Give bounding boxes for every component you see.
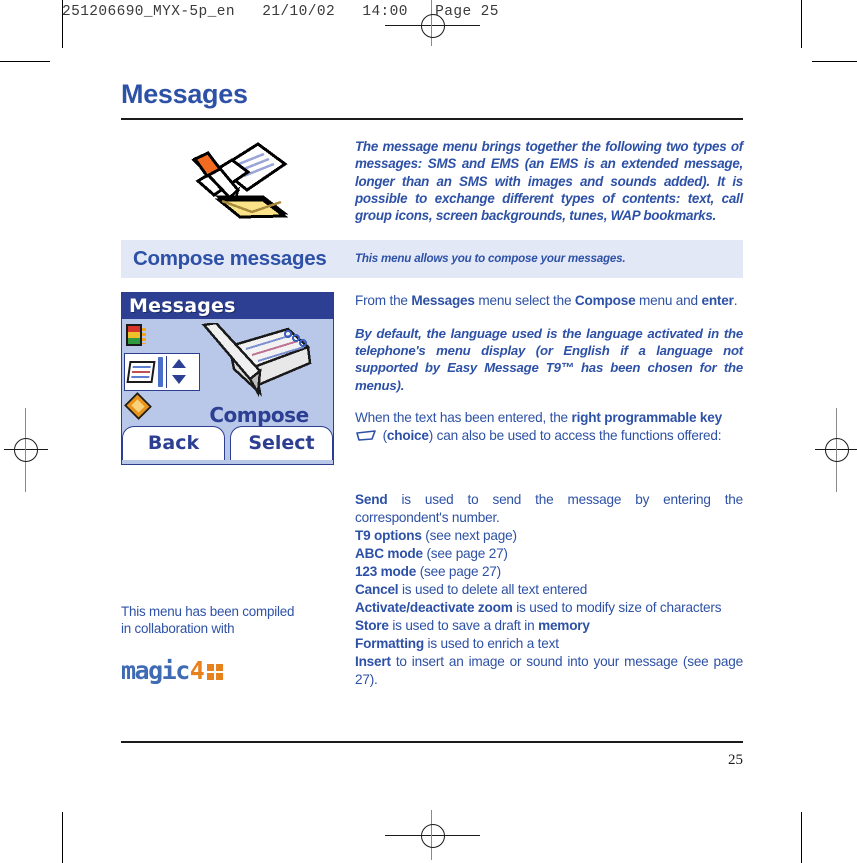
para3-text-2: ( xyxy=(379,428,388,444)
para3-text-3: ) can also be used to access the functio… xyxy=(428,428,722,444)
para1-text-1: From the xyxy=(355,292,412,308)
section-banner: Compose messages This menu allows you to… xyxy=(121,239,743,278)
body-section: Messages Compose Back Select This menu h… xyxy=(121,291,743,689)
instruction-paragraph-1: From the Messages menu select the Compos… xyxy=(355,292,743,310)
compose-notepad-illustration-icon xyxy=(200,321,312,401)
softkey-select[interactable]: Select xyxy=(230,425,333,460)
list-item: Activate/deactivate zoom is used to modi… xyxy=(355,599,743,617)
left-column-note-text: This menu has been compiled in collabora… xyxy=(121,603,295,637)
battery-level-icon xyxy=(126,323,146,346)
left-column-note: This menu has been compiled in collabora… xyxy=(121,603,299,687)
phone-screen-body: Compose xyxy=(122,319,333,427)
function-term-insert: Insert xyxy=(355,653,391,669)
function-desc-store: is used to save a draft in xyxy=(388,617,539,633)
soft-key-glyph-icon xyxy=(355,429,377,447)
crop-mark-top-left-horizontal xyxy=(0,61,50,62)
function-desc-t9-options: (see next page) xyxy=(421,528,517,544)
list-item: ABC mode (see page 27) xyxy=(355,545,743,563)
gold-envelope-icon xyxy=(124,391,152,420)
instruction-paragraph-2: By default, the language used is the lan… xyxy=(355,325,743,393)
function-term-send: Send xyxy=(355,492,388,508)
function-term-cancel: Cancel xyxy=(355,581,399,597)
paragraph-spacer-3 xyxy=(355,447,743,491)
paragraph-spacer-2 xyxy=(355,394,743,409)
paragraph-spacer-1 xyxy=(355,310,743,325)
function-term-zoom: Activate/deactivate zoom xyxy=(355,599,513,615)
chevron-down-icon[interactable] xyxy=(172,375,186,385)
right-column: From the Messages menu select the Compos… xyxy=(355,292,743,689)
phone-side-icon-strip xyxy=(126,323,172,354)
para3-bold-key: right programmable key xyxy=(571,410,723,426)
phone-screen-mockup: Messages Compose Back Select xyxy=(121,291,334,465)
registration-mark-left xyxy=(4,408,48,492)
manual-page: Messages The message menu brings togethe… xyxy=(121,79,743,689)
magic4-logo-word: magic xyxy=(121,656,190,686)
function-desc-store-memory: memory xyxy=(538,617,590,633)
title-divider xyxy=(121,117,743,120)
intro-icon-cell xyxy=(121,138,355,226)
function-desc-zoom: is used to modify size of characters xyxy=(512,599,722,615)
message-compose-illustration-icon xyxy=(191,141,289,219)
battery-level-icon-box xyxy=(126,323,152,350)
instruction-paragraph-3: When the text has been entered, the righ… xyxy=(355,409,743,447)
phone-titlebar: Messages xyxy=(122,292,333,319)
list-item: T9 options (see next page) xyxy=(355,527,743,545)
phone-screen-title: Messages xyxy=(129,294,236,317)
para1-text-3: menu and xyxy=(635,292,702,308)
scrollbar-track[interactable] xyxy=(158,356,163,387)
crop-mark-bottom-right-vertical xyxy=(801,812,802,863)
function-desc-send: is used to send the message by entering … xyxy=(355,492,743,526)
list-item: Store is used to save a draft in memory xyxy=(355,617,743,635)
list-item: Send is used to send the message by ente… xyxy=(355,491,743,527)
four-dots-icon xyxy=(206,663,223,680)
registration-mark-bottom xyxy=(385,810,480,860)
para3-bold-choice: choice xyxy=(386,428,429,444)
function-term-abc-mode: ABC mode xyxy=(355,546,423,561)
list-item: Formatting is used to enrich a text xyxy=(355,635,743,653)
phone-selected-menu-item[interactable] xyxy=(124,352,200,391)
para1-text-4: . xyxy=(733,292,738,308)
para1-bold-messages: Messages xyxy=(411,292,475,308)
prepress-header: 251206690_MYX-5p_en 21/10/02 14:00 Page … xyxy=(62,4,499,20)
list-item: Insert to insert an image or sound into … xyxy=(355,653,743,689)
left-column: Messages Compose Back Select This menu h… xyxy=(121,291,355,687)
para1-bold-compose: Compose xyxy=(574,292,636,308)
chevron-up-icon[interactable] xyxy=(172,359,186,369)
function-desc-formatting: is used to enrich a text xyxy=(423,635,559,651)
function-term-123-mode: 123 mode xyxy=(355,563,417,579)
function-desc-cancel: is used to delete all text entered xyxy=(398,581,588,597)
function-term-formatting: Formatting xyxy=(355,635,424,651)
softkey-back[interactable]: Back xyxy=(122,425,225,460)
section-banner-title: Compose messages xyxy=(133,246,327,270)
para1-text-2: menu select the xyxy=(474,292,575,308)
function-desc-insert: to insert an image or sound into your me… xyxy=(355,653,743,687)
para1-bold-enter: enter xyxy=(701,292,734,308)
magic4-logo-four: 4 xyxy=(189,656,205,686)
crop-mark-bottom-left-vertical xyxy=(62,812,63,863)
notepad-list-icon xyxy=(126,360,156,383)
para3-text-1: When the text has been entered, the xyxy=(355,410,572,426)
intro-paragraph: The message menu brings together the fol… xyxy=(355,138,743,224)
crop-mark-top-right-vertical xyxy=(801,0,802,48)
registration-mark-right xyxy=(815,408,857,492)
footer-divider xyxy=(121,741,743,743)
function-term-store: Store xyxy=(355,617,389,633)
list-item: 123 mode (see page 27) xyxy=(355,563,743,581)
up-down-arrows-icon[interactable] xyxy=(166,355,191,388)
phone-selected-item-label: Compose xyxy=(209,402,309,427)
function-desc-123-mode: (see page 27) xyxy=(416,563,502,579)
section-banner-subtitle: This menu allows you to compose your mes… xyxy=(355,252,626,266)
magic4-logo: magic 4 xyxy=(121,654,299,687)
intro-section: The message menu brings together the fol… xyxy=(121,138,743,226)
function-desc-abc-mode: (see page 27) xyxy=(422,546,508,561)
phone-softkey-bar: Back Select xyxy=(122,425,333,464)
function-term-t9-options: T9 options xyxy=(355,528,422,544)
page-number: 25 xyxy=(728,752,743,768)
list-item: Cancel is used to delete all text entere… xyxy=(355,581,743,599)
functions-list: Send is used to send the message by ente… xyxy=(355,491,743,688)
page-title: Messages xyxy=(121,79,248,109)
crop-mark-top-right-horizontal xyxy=(812,61,857,62)
